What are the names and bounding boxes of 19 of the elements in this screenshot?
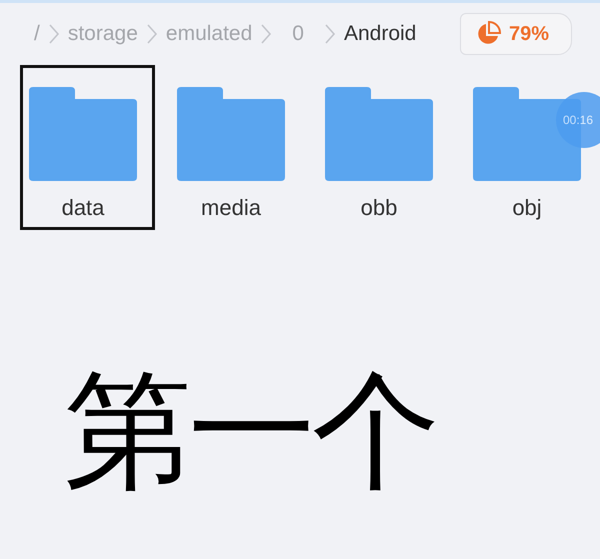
folder-name: media [201,195,261,221]
breadcrumb-item[interactable]: emulated [164,22,254,46]
breadcrumb-item[interactable]: Android [342,22,418,46]
breadcrumb-item[interactable]: / [32,22,42,46]
chevron-icon [260,23,272,45]
folder-name: data [62,195,104,221]
breadcrumb-item[interactable]: storage [66,22,140,46]
chevron-icon [48,23,60,45]
folder-name: obb [360,195,398,221]
folder-icon[interactable] [325,87,433,181]
breadcrumb-item[interactable]: 0 [278,22,318,46]
chevron-icon [146,23,158,45]
chevron-icon [324,23,336,45]
folder-icon[interactable] [177,87,285,181]
storage-usage-badge[interactable]: 79% [460,13,572,55]
timer-bubble[interactable]: 00:16 [556,92,600,148]
caption-text: 第一个 [64,362,436,503]
folder-icon[interactable] [29,87,137,181]
folder-name: obj [512,195,542,221]
